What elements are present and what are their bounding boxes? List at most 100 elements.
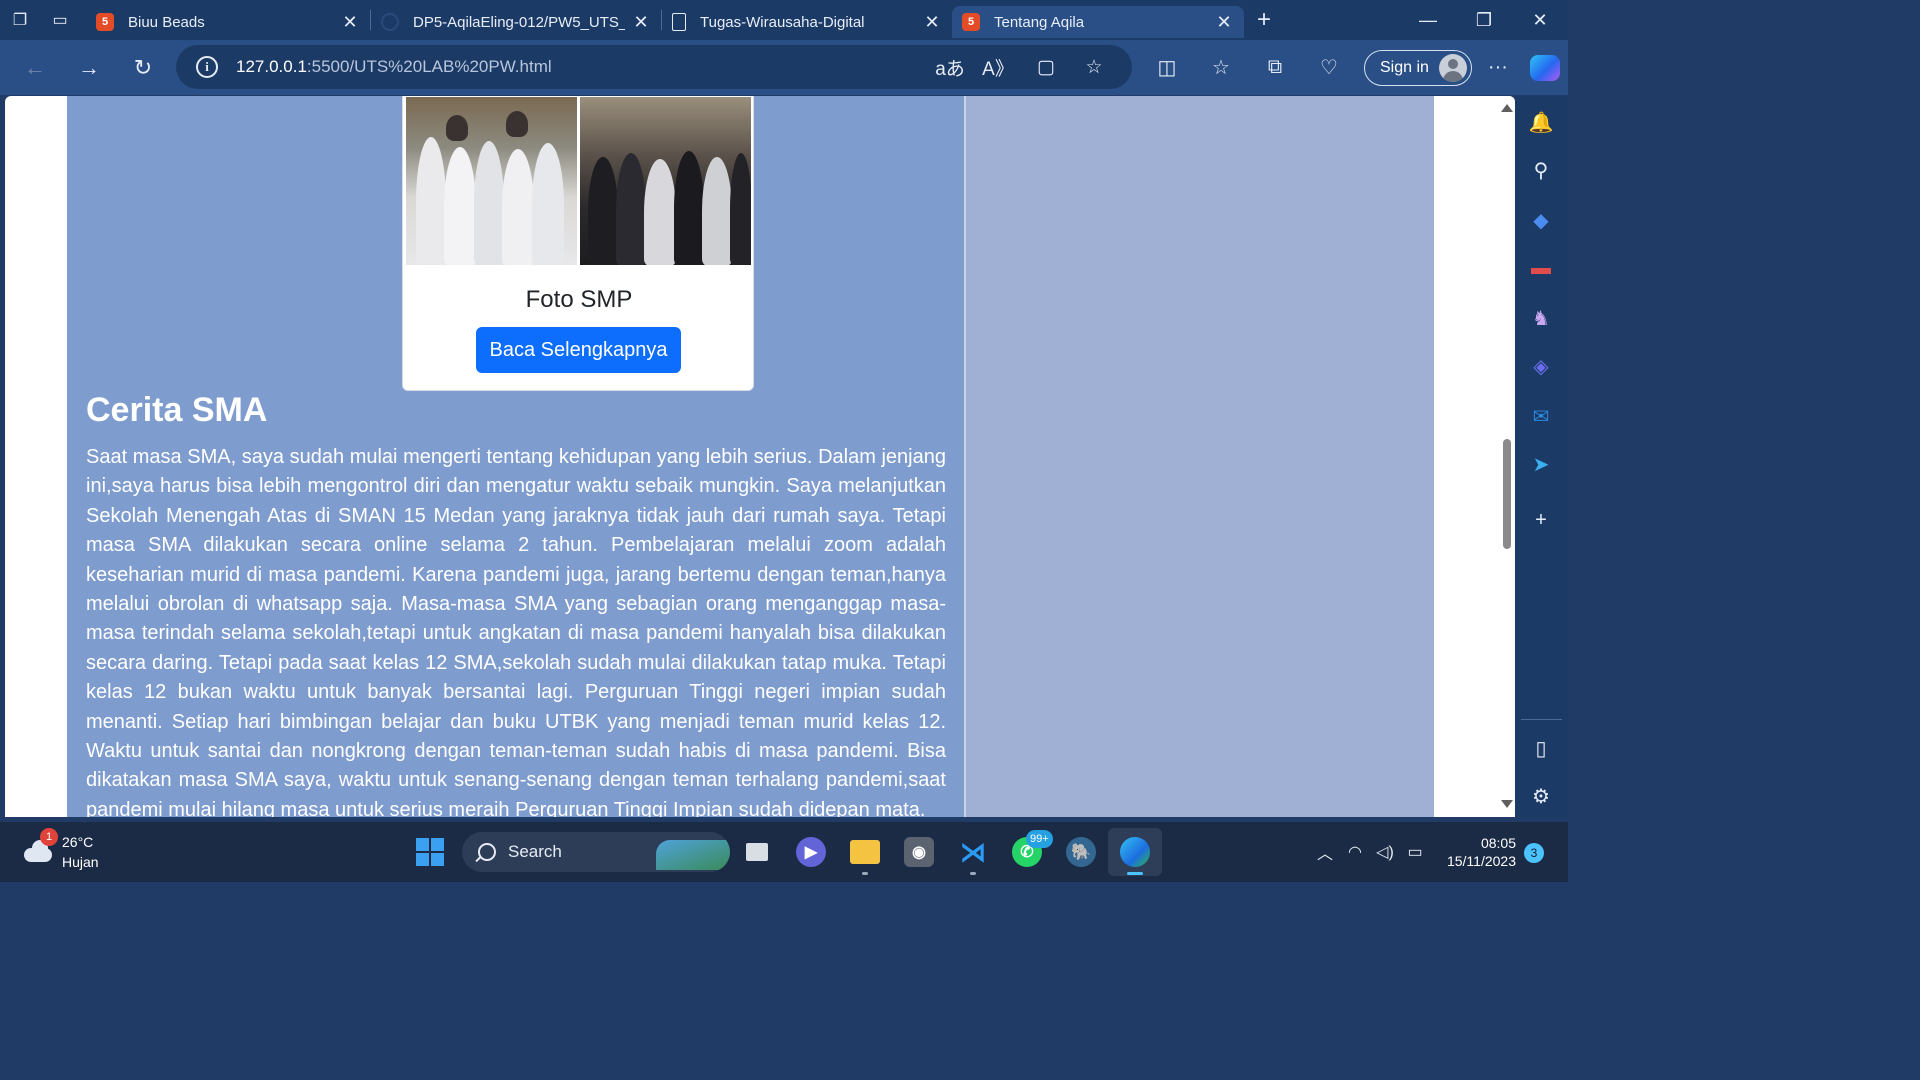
html5-icon: 5 — [96, 13, 114, 31]
photo-card: Foto SMP Baca Selengkapnya — [402, 96, 754, 391]
copilot-icon[interactable] — [1529, 54, 1560, 81]
close-icon[interactable]: ✕ — [631, 12, 651, 33]
shopping-tag-icon[interactable]: ◆ — [1527, 206, 1555, 234]
weather-description: Hujan — [62, 854, 99, 870]
browser-tab-bar: ❐ ▭ 5 Biuu Beads ✕ DP5-AqilaEling-012/PW… — [0, 0, 1568, 40]
windows-start-icon[interactable] — [408, 830, 452, 874]
windows-taskbar: 1 26°C Hujan Search ▶ ◉ ⋊ ✆ 99+ 🐘 ︿ ◠ ◁) … — [0, 822, 1568, 882]
page-scrollbar[interactable] — [1498, 96, 1515, 817]
task-view-icon[interactable] — [730, 828, 784, 876]
whatsapp-icon[interactable]: ✆ 99+ — [1000, 828, 1054, 876]
card-title: Foto SMP — [525, 286, 633, 313]
story-paragraph: Saat masa SMA, saya sudah mulai mengerti… — [86, 446, 946, 817]
tab-actions-icon[interactable]: ▭ — [40, 0, 80, 40]
vscode-icon[interactable]: ⋊ — [946, 828, 1000, 876]
minimize-icon[interactable]: — — [1400, 0, 1456, 40]
tab-tentang-aqila[interactable]: 5 Tentang Aqila ✕ — [952, 6, 1244, 38]
weather-text: 26°C Hujan — [62, 832, 99, 872]
site-info-icon[interactable]: i — [196, 56, 218, 78]
favorite-star-icon[interactable]: ☆ — [1070, 56, 1118, 79]
collections-icon[interactable]: ⧉ — [1248, 56, 1302, 79]
close-window-icon[interactable]: ✕ — [1512, 0, 1568, 40]
main-content: Foto SMP Baca Selengkapnya Cerita SMA Sa… — [67, 96, 964, 817]
add-icon[interactable]: + — [1527, 506, 1555, 534]
battery-icon[interactable]: ▭ — [1400, 842, 1430, 862]
search-highlight-image — [656, 840, 730, 870]
avatar-icon — [1438, 53, 1467, 82]
address-bar[interactable]: i 127.0.0.1:5500/UTS%20LAB%20PW.html aあ … — [176, 45, 1132, 89]
microsoft-365-icon[interactable]: ◈ — [1527, 352, 1555, 380]
tab-title: DP5-AqilaEling-012/PW5_UTS_22 — [413, 13, 625, 31]
sign-in-button[interactable]: Sign in — [1364, 49, 1472, 86]
html5-icon: 5 — [962, 13, 980, 31]
close-icon[interactable]: ✕ — [922, 12, 942, 33]
browser-essentials-icon[interactable]: ♡ — [1302, 55, 1356, 80]
more-options-icon[interactable]: ··· — [1472, 56, 1524, 79]
close-icon[interactable]: ✕ — [340, 12, 360, 33]
edge-browser-icon[interactable] — [1108, 828, 1162, 876]
translate-icon[interactable]: aあ — [926, 54, 974, 81]
tab-title: Tugas-Wirausaha-Digital — [700, 13, 865, 31]
section-heading: Cerita SMA — [86, 391, 268, 429]
new-tab-button[interactable]: + — [1244, 6, 1284, 34]
clock-time: 08:05 — [1480, 835, 1516, 851]
scroll-down-arrow-icon[interactable] — [1501, 800, 1513, 808]
forward-arrow-icon[interactable]: → — [62, 48, 116, 88]
tab-github-repo[interactable]: DP5-AqilaEling-012/PW5_UTS_22 ✕ — [371, 6, 661, 38]
chevron-up-icon[interactable]: ︿ — [1310, 840, 1340, 864]
system-tray: ︿ ◠ ◁) ▭ — [1310, 828, 1430, 876]
games-icon[interactable]: ♞ — [1527, 304, 1555, 332]
refresh-icon[interactable]: ↻ — [116, 48, 170, 88]
url-text[interactable]: 127.0.0.1:5500/UTS%20LAB%20PW.html — [236, 57, 552, 77]
read-more-button[interactable]: Baca Selengkapnya — [476, 327, 681, 373]
tab-biuu-beads[interactable]: 5 Biuu Beads ✕ — [86, 6, 370, 38]
toolbox-icon[interactable]: ▬ — [1527, 254, 1555, 282]
camera-icon[interactable]: ◉ — [892, 828, 946, 876]
search-icon[interactable]: ⚲ — [1527, 156, 1555, 184]
weather-widget[interactable]: 1 26°C Hujan — [22, 828, 99, 872]
restore-icon[interactable]: ❐ — [1456, 0, 1512, 40]
read-aloud-icon[interactable]: A》 — [974, 54, 1022, 81]
whatsapp-badge: 99+ — [1026, 830, 1053, 848]
tab-title: Biuu Beads — [128, 13, 205, 31]
drop-icon[interactable]: ➤ — [1527, 450, 1555, 478]
favorites-icon[interactable]: ☆ — [1194, 55, 1248, 80]
workspaces-icon[interactable]: ❐ — [0, 0, 40, 40]
split-screen-icon[interactable]: ◫ — [1140, 55, 1194, 80]
url-host: 127.0.0.1 — [236, 57, 307, 76]
sidebar-column — [964, 96, 1434, 817]
address-bar-actions: aあ A》 ▢ ☆ — [926, 45, 1118, 89]
window-controls: — ❐ ✕ — [1400, 0, 1568, 40]
settings-gear-icon[interactable]: ⚙ — [1527, 782, 1555, 810]
immersive-reader-icon[interactable]: ▢ — [1022, 56, 1070, 79]
sign-in-label: Sign in — [1380, 58, 1429, 76]
tab-title: Tentang Aqila — [994, 13, 1085, 31]
smp-photo-1 — [406, 97, 577, 265]
teams-chat-icon[interactable]: ▶ — [784, 828, 838, 876]
search-icon — [478, 843, 496, 861]
url-path: :5500/UTS%20LAB%20PW.html — [306, 57, 552, 76]
notification-badge[interactable]: 3 — [1524, 843, 1544, 863]
hide-sidebar-icon[interactable]: ▯ — [1527, 734, 1555, 762]
taskbar-search[interactable]: Search — [462, 832, 730, 872]
sidebar-divider — [1521, 719, 1562, 720]
outlook-icon[interactable]: ✉ — [1527, 402, 1555, 430]
back-arrow-icon[interactable]: ← — [8, 48, 62, 88]
wifi-icon[interactable]: ◠ — [1340, 842, 1370, 862]
file-explorer-icon[interactable] — [838, 828, 892, 876]
close-icon[interactable]: ✕ — [1214, 12, 1234, 33]
scrollbar-thumb[interactable] — [1503, 439, 1511, 549]
bell-icon[interactable]: 🔔 — [1527, 108, 1555, 136]
postgresql-icon[interactable]: 🐘 — [1054, 828, 1108, 876]
weather-temperature: 26°C — [62, 834, 94, 850]
tab-tugas-wirausaha[interactable]: Tugas-Wirausaha-Digital ✕ — [662, 6, 952, 38]
volume-icon[interactable]: ◁) — [1370, 842, 1400, 862]
smp-photo-2 — [580, 97, 751, 265]
taskbar-apps: Search ▶ ◉ ⋊ ✆ 99+ 🐘 — [408, 828, 1162, 876]
weather-badge: 1 — [40, 828, 58, 846]
clock[interactable]: 08:05 15/11/2023 — [1430, 834, 1516, 870]
scroll-up-arrow-icon[interactable] — [1501, 104, 1513, 112]
search-label: Search — [508, 842, 562, 861]
github-icon — [381, 13, 399, 31]
card-image — [406, 97, 751, 265]
